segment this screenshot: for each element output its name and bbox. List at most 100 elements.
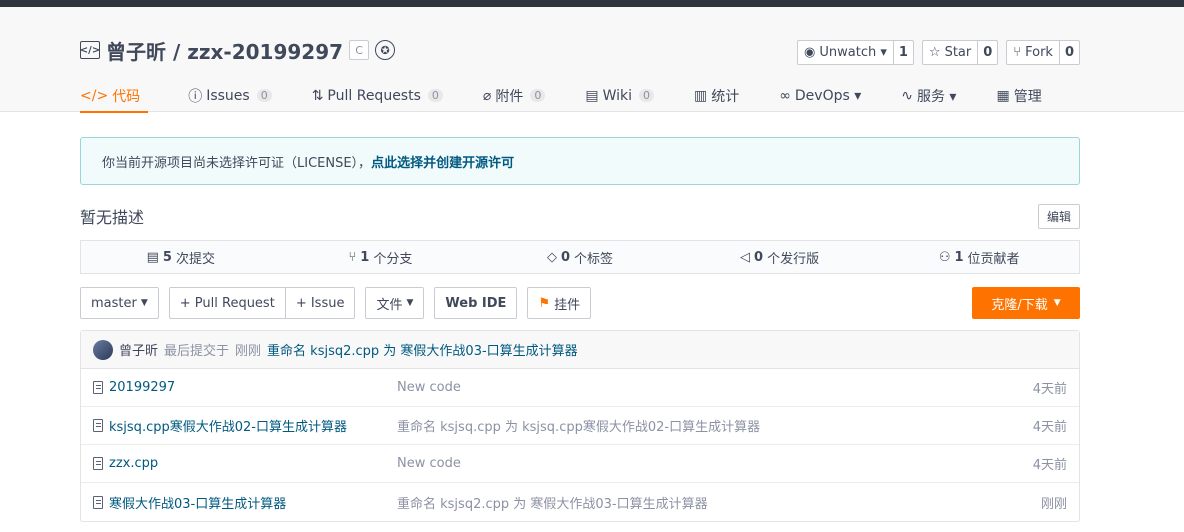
repo-name[interactable]: zzx-20199297 — [187, 40, 343, 64]
table-row: 寒假大作战03-口算生成计算器 重命名 ksjsq2.cpp 为 寒假大作战03… — [81, 483, 1079, 521]
star-icon: ☆ — [928, 45, 941, 60]
table-row: zzx.cpp New code 4天前 — [81, 445, 1079, 483]
file-commit-time: 4天前 — [1032, 382, 1067, 397]
file-commit-message[interactable]: 重命名 ksjsq.cpp 为 ksjsq.cpp寒假大作战02-口算生成计算器 — [397, 416, 999, 435]
releases-stat[interactable]: ◁ 0 个发行版 — [680, 248, 880, 267]
tab-devops[interactable]: ∞ DevOps ▾ — [771, 79, 869, 112]
unwatch-label: Unwatch ▾ — [819, 45, 887, 60]
file-commit-message[interactable]: 重命名 ksjsq2.cpp 为 寒假大作战03-口算生成计算器 — [397, 493, 999, 512]
title-separator: / — [166, 39, 188, 64]
new-issue-button[interactable]: + Issue — [285, 287, 356, 319]
tab-pull-requests[interactable]: ⇅ Pull Requests 0 — [304, 79, 451, 112]
file-list: 曾子昕 最后提交于 刚刚 重命名 ksjsq2.cpp 为 寒假大作战03-口算… — [80, 330, 1080, 522]
repo-content: 你当前开源项目尚未选择许可证（LICENSE）， 点此选择并创建开源许可 暂无描… — [80, 137, 1080, 522]
fork-count[interactable]: 0 — [1058, 41, 1079, 64]
file-commit-message[interactable]: New code — [397, 456, 999, 471]
caret-down-icon: ▼ — [1053, 298, 1061, 308]
branches-stat[interactable]: ⑂ 1 个分支 — [281, 248, 481, 267]
table-row: ksjsq.cpp寒假大作战02-口算生成计算器 重命名 ksjsq.cpp 为… — [81, 407, 1079, 445]
commit-prefix: 最后提交于 — [164, 344, 230, 359]
eye-icon: ◉ — [804, 45, 816, 60]
tab-wiki[interactable]: ▤ Wiki 0 — [577, 79, 662, 112]
repo-title-row: </> 曾子昕 / zzx-20199297 C ✪ — [80, 35, 396, 65]
top-bar — [0, 0, 1184, 7]
avatar[interactable] — [93, 339, 113, 360]
contributors-stat[interactable]: ⚇ 1 位贡献者 — [879, 248, 1079, 267]
pull-request-icon: ⇅ — [311, 87, 324, 104]
repo-header: </> 曾子昕 / zzx-20199297 C ✪ ◉ Unwatch ▾ 1 … — [0, 7, 1184, 113]
tab-code[interactable]: </> 代码 — [80, 79, 149, 113]
language-badge[interactable]: C — [349, 40, 370, 60]
tags-stat[interactable]: ◇ 0 个标签 — [480, 248, 680, 267]
contributors-icon: ⚇ — [938, 249, 951, 265]
service-icon: ∿ — [901, 87, 913, 104]
unwatch-button[interactable]: ◉ Unwatch ▾ 1 — [797, 40, 914, 65]
tab-attachments[interactable]: ⌀ 附件 0 — [475, 79, 553, 112]
wiki-icon: ▤ — [585, 87, 599, 104]
file-menu-button[interactable]: 文件 ▼ — [365, 287, 425, 319]
repo-toolbar: master ▼ + Pull Request + Issue 文件 ▼ Web I… — [80, 287, 1080, 319]
file-icon — [93, 419, 103, 432]
create-license-link[interactable]: 点此选择并创建开源许可 — [371, 152, 514, 171]
description-row: 暂无描述 编辑 — [80, 203, 1080, 229]
devops-icon: ∞ — [779, 87, 791, 104]
bookmark-icon: ⚑ — [538, 295, 551, 311]
repo-owner[interactable]: 曾子昕 — [106, 40, 166, 64]
clone-download-button[interactable]: 克隆/下载 ▼ — [972, 287, 1080, 319]
commit-time: 刚刚 — [235, 344, 262, 359]
file-name[interactable]: ksjsq.cpp寒假大作战02-口算生成计算器 — [81, 416, 397, 435]
new-pr-issue-group: + Pull Request + Issue — [168, 287, 356, 319]
code-icon: </> — [80, 87, 109, 104]
commit-author[interactable]: 曾子昕 — [119, 340, 158, 359]
gvp-badge-icon[interactable]: ✪ — [375, 40, 396, 60]
attachment-icon: ⌀ — [482, 87, 492, 104]
branch-icon: ⑂ — [348, 249, 357, 265]
file-commit-time: 4天前 — [1032, 458, 1067, 473]
star-label: Star — [944, 45, 972, 60]
fork-label: Fork — [1025, 45, 1053, 60]
file-icon — [93, 381, 103, 394]
caret-down-icon: ▼ — [140, 298, 148, 308]
stats-icon: ▥ — [693, 87, 708, 104]
wiki-count-badge: 0 — [638, 89, 654, 102]
tab-service[interactable]: ∿ 服务 ▾ — [893, 79, 964, 112]
fork-icon: ⑂ — [1013, 45, 1022, 60]
repo-description: 暂无描述 — [80, 208, 145, 227]
star-count[interactable]: 0 — [977, 41, 997, 64]
issues-count-badge: 0 — [256, 89, 272, 102]
branch-select[interactable]: master ▼ — [80, 287, 159, 319]
widget-button[interactable]: ⚑ 挂件 — [527, 287, 592, 319]
commits-stat[interactable]: ▤ 5 次提交 — [81, 248, 281, 267]
license-notice: 你当前开源项目尚未选择许可证（LICENSE）， 点此选择并创建开源许可 — [80, 137, 1080, 185]
file-icon — [93, 495, 103, 509]
file-name[interactable]: 20199297 — [81, 380, 397, 395]
file-commit-message[interactable]: New code — [397, 380, 999, 395]
repo-title[interactable]: 曾子昕 / zzx-20199297 — [106, 36, 343, 65]
commit-message-link[interactable]: 重命名 ksjsq2.cpp 为 寒假大作战03-口算生成计算器 — [267, 340, 578, 359]
file-name[interactable]: 寒假大作战03-口算生成计算器 — [81, 493, 397, 512]
new-pull-request-button[interactable]: + Pull Request — [168, 287, 286, 319]
table-row: 20199297 New code 4天前 — [81, 369, 1079, 407]
tab-stats[interactable]: ▥ 统计 — [686, 79, 747, 112]
file-icon — [93, 457, 103, 470]
star-button[interactable]: ☆ Star 0 — [921, 40, 999, 65]
manage-icon: ▦ — [996, 87, 1010, 104]
tab-manage[interactable]: ▦ 管理 — [988, 79, 1049, 112]
commit-icon: ▤ — [146, 249, 159, 265]
tab-issues[interactable]: ⓘ Issues 0 — [180, 79, 280, 112]
attachment-count-badge: 0 — [530, 89, 546, 102]
file-commit-time: 刚刚 — [1040, 496, 1067, 512]
code-repo-icon: </> — [80, 41, 100, 59]
edit-description-button[interactable]: 编辑 — [1037, 203, 1080, 229]
tag-icon: ◇ — [546, 249, 557, 265]
pr-count-badge: 0 — [427, 89, 443, 102]
release-icon: ◁ — [740, 249, 751, 265]
issues-icon: ⓘ — [188, 88, 203, 105]
last-commit-bar: 曾子昕 最后提交于 刚刚 重命名 ksjsq2.cpp 为 寒假大作战03-口算… — [81, 331, 1079, 369]
web-ide-button[interactable]: Web IDE — [434, 287, 518, 319]
file-name[interactable]: zzx.cpp — [81, 456, 397, 471]
watch-count[interactable]: 1 — [892, 41, 913, 64]
fork-button[interactable]: ⑂ Fork 0 — [1006, 40, 1080, 65]
repo-actions: ◉ Unwatch ▾ 1 ☆ Star 0 ⑂ Fork 0 — [797, 40, 1080, 65]
repo-tabs: </> 代码 ⓘ Issues 0 ⇅ Pull Requests 0 ⌀ 附件 0 ▤ Wik… — [80, 79, 1074, 113]
